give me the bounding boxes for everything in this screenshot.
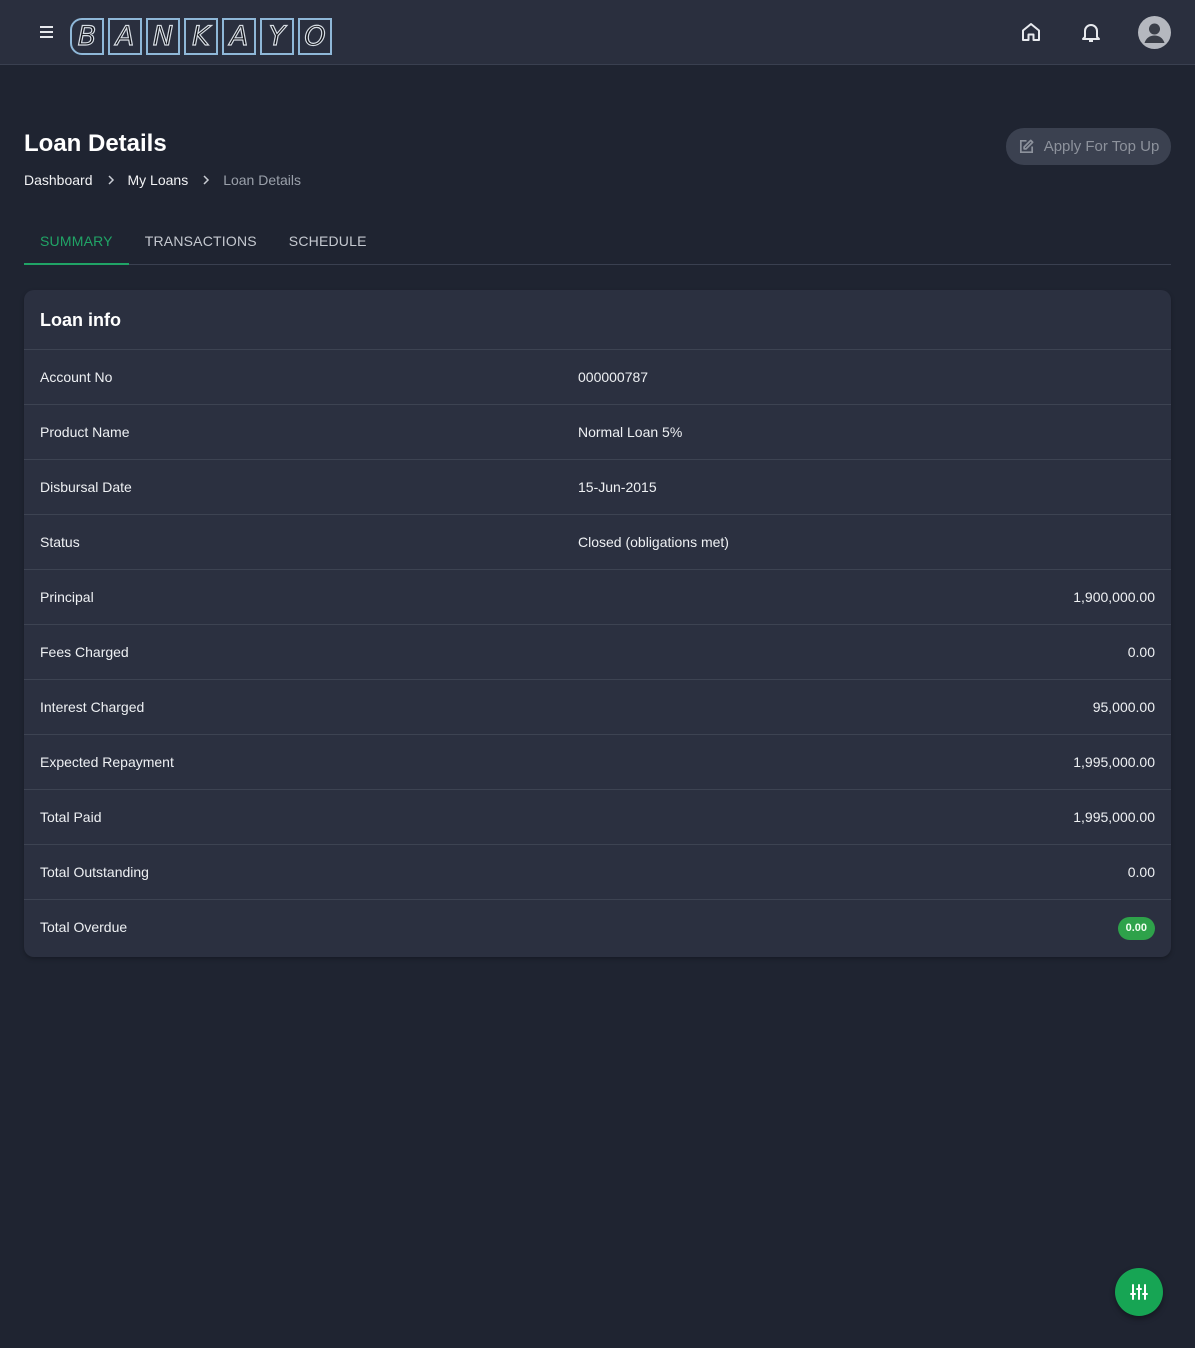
breadcrumb-dashboard[interactable]: Dashboard xyxy=(24,172,93,188)
apply-top-up-button[interactable]: Apply For Top Up xyxy=(1006,128,1171,165)
info-row-fees-charged: Fees Charged 0.00 xyxy=(24,625,1171,680)
tab-schedule[interactable]: SCHEDULE xyxy=(273,219,383,265)
info-row-total-paid: Total Paid 1,995,000.00 xyxy=(24,790,1171,845)
row-value: 1,995,000.00 xyxy=(1073,754,1155,770)
row-value: 1,995,000.00 xyxy=(1073,809,1155,825)
row-label: Status xyxy=(40,534,80,550)
info-row-product-name: Product Name Normal Loan 5% xyxy=(24,405,1171,460)
row-value: Normal Loan 5% xyxy=(578,424,683,440)
settings-fab[interactable] xyxy=(1115,1268,1163,1316)
row-label: Principal xyxy=(40,589,94,605)
bell-icon[interactable] xyxy=(1076,17,1106,47)
row-label: Account No xyxy=(40,369,113,385)
info-row-status: Status Closed (obligations met) xyxy=(24,515,1171,570)
info-row-account-no: Account No 000000787 xyxy=(24,350,1171,405)
logo-letter: N xyxy=(146,18,180,55)
page-title: Loan Details xyxy=(24,130,167,157)
home-icon[interactable] xyxy=(1016,17,1046,47)
chevron-right-icon xyxy=(107,175,114,185)
menu-icon[interactable] xyxy=(34,20,58,44)
logo-letter: K xyxy=(184,18,218,55)
info-row-total-overdue: Total Overdue 0.00 xyxy=(24,900,1171,957)
row-label: Total Outstanding xyxy=(40,864,149,880)
row-value: 15-Jun-2015 xyxy=(578,479,657,495)
overdue-badge: 0.00 xyxy=(1117,917,1155,940)
tab-transactions[interactable]: TRANSACTIONS xyxy=(129,219,273,265)
row-label: Total Paid xyxy=(40,809,102,825)
bankayo-logo[interactable]: B A N K A Y O xyxy=(70,18,332,55)
breadcrumb-loan-details: Loan Details xyxy=(223,172,302,188)
info-row-expected-repayment: Expected Repayment 1,995,000.00 xyxy=(24,735,1171,790)
edit-icon xyxy=(1019,139,1034,154)
row-value: 1,900,000.00 xyxy=(1073,589,1155,605)
row-label: Fees Charged xyxy=(40,644,129,660)
logo-letter: Y xyxy=(260,18,294,55)
info-row-disbursal-date: Disbursal Date 15-Jun-2015 xyxy=(24,460,1171,515)
breadcrumb-my-loans[interactable]: My Loans xyxy=(128,172,189,188)
row-value: 95,000.00 xyxy=(1092,699,1155,715)
logo-letter: A xyxy=(108,18,142,55)
top-app-bar: B A N K A Y O xyxy=(0,0,1195,65)
avatar[interactable] xyxy=(1138,16,1171,49)
logo-letter: A xyxy=(222,18,256,55)
tab-bar: SUMMARY TRANSACTIONS SCHEDULE xyxy=(24,219,1171,265)
row-value: 0.00 xyxy=(1127,644,1155,660)
logo-letter: B xyxy=(70,18,104,55)
row-value: 0.00 xyxy=(1127,864,1155,880)
loan-info-card: Loan info Account No 000000787 Product N… xyxy=(24,290,1171,957)
row-value: Closed (obligations met) xyxy=(578,534,729,550)
row-label: Disbursal Date xyxy=(40,479,132,495)
row-label: Interest Charged xyxy=(40,699,145,715)
logo-letter: O xyxy=(298,18,332,55)
breadcrumb: Dashboard My Loans Loan Details xyxy=(24,172,301,188)
apply-top-up-label: Apply For Top Up xyxy=(1043,138,1160,155)
row-label: Product Name xyxy=(40,424,130,440)
info-row-principal: Principal 1,900,000.00 xyxy=(24,570,1171,625)
sliders-icon xyxy=(1130,1284,1148,1300)
row-value: 000000787 xyxy=(578,369,649,385)
row-label: Expected Repayment xyxy=(40,754,174,770)
info-row-interest-charged: Interest Charged 95,000.00 xyxy=(24,680,1171,735)
row-label: Total Overdue xyxy=(40,919,128,935)
info-row-total-outstanding: Total Outstanding 0.00 xyxy=(24,845,1171,900)
chevron-right-icon xyxy=(203,175,210,185)
tab-summary[interactable]: SUMMARY xyxy=(24,219,129,265)
avatar-icon xyxy=(1144,23,1165,43)
card-title: Loan info xyxy=(24,290,1171,350)
